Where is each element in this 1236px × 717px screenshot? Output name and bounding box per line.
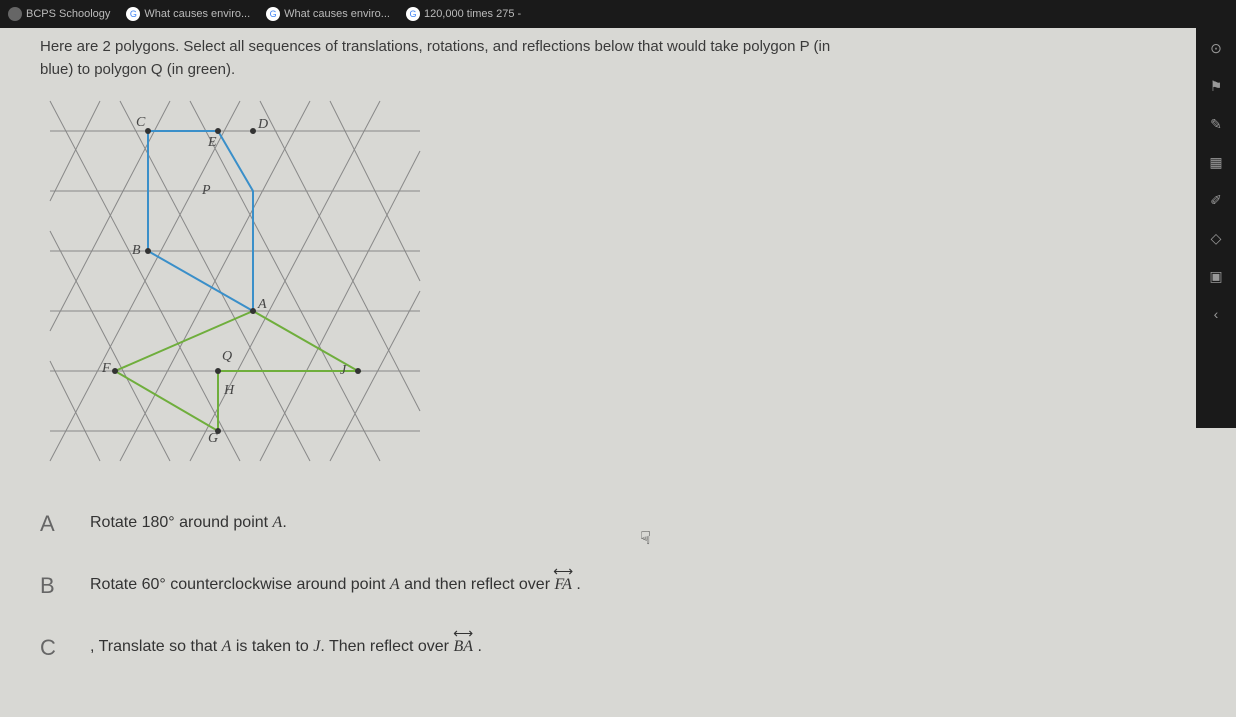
option-c[interactable]: C , Translate so that A is taken to J. T… bbox=[40, 635, 1216, 661]
option-a[interactable]: A Rotate 180° around point A. bbox=[40, 511, 1216, 537]
polygon-p bbox=[148, 131, 253, 311]
google-icon: G bbox=[126, 7, 140, 21]
browser-tabs-bar: BCPS Schoology G What causes enviro... G… bbox=[0, 0, 1236, 28]
favicon bbox=[8, 7, 22, 21]
point-j-label: J bbox=[340, 363, 346, 379]
polygon-q-label: Q bbox=[222, 349, 232, 365]
google-icon: G bbox=[266, 7, 280, 21]
point-b-label: B bbox=[132, 243, 141, 259]
point-f-label: F bbox=[102, 361, 111, 377]
option-b[interactable]: B Rotate 60° counterclockwise around poi… bbox=[40, 573, 1216, 599]
point-c-label: C bbox=[136, 115, 145, 131]
triangular-grid bbox=[40, 91, 430, 481]
point-a-label: A bbox=[258, 297, 267, 313]
tab-schoology[interactable]: BCPS Schoology bbox=[8, 7, 110, 21]
option-b-text: Rotate 60° counterclockwise around point… bbox=[90, 573, 581, 594]
tab-calc[interactable]: G 120,000 times 275 - bbox=[406, 7, 521, 21]
tab-enviro-2[interactable]: G What causes enviro... bbox=[266, 7, 390, 21]
question-content: Here are 2 polygons. Select all sequence… bbox=[0, 28, 1236, 717]
geometry-diagram: C D E P B A Q F J H G bbox=[40, 91, 430, 481]
tab-enviro-1[interactable]: G What causes enviro... bbox=[126, 7, 250, 21]
tab-label: What causes enviro... bbox=[144, 8, 250, 20]
hand-cursor-icon: ☟ bbox=[640, 528, 651, 549]
tab-label: What causes enviro... bbox=[284, 8, 390, 20]
tab-label: BCPS Schoology bbox=[26, 8, 110, 20]
point-g-label: G bbox=[208, 431, 218, 447]
question-prompt: Here are 2 polygons. Select all sequence… bbox=[40, 36, 1216, 81]
point-d-label: D bbox=[258, 117, 268, 133]
point-h-label: H bbox=[224, 383, 234, 399]
option-c-letter: C bbox=[40, 635, 64, 661]
option-a-text: Rotate 180° around point A. bbox=[90, 511, 287, 532]
point-e-label: E bbox=[208, 135, 217, 151]
tab-label: 120,000 times 275 - bbox=[424, 8, 521, 20]
polygon-p-label: P bbox=[202, 183, 211, 199]
option-a-letter: A bbox=[40, 511, 64, 537]
option-b-letter: B bbox=[40, 573, 64, 599]
option-c-text: , Translate so that A is taken to J. The… bbox=[90, 635, 482, 656]
google-icon: G bbox=[406, 7, 420, 21]
